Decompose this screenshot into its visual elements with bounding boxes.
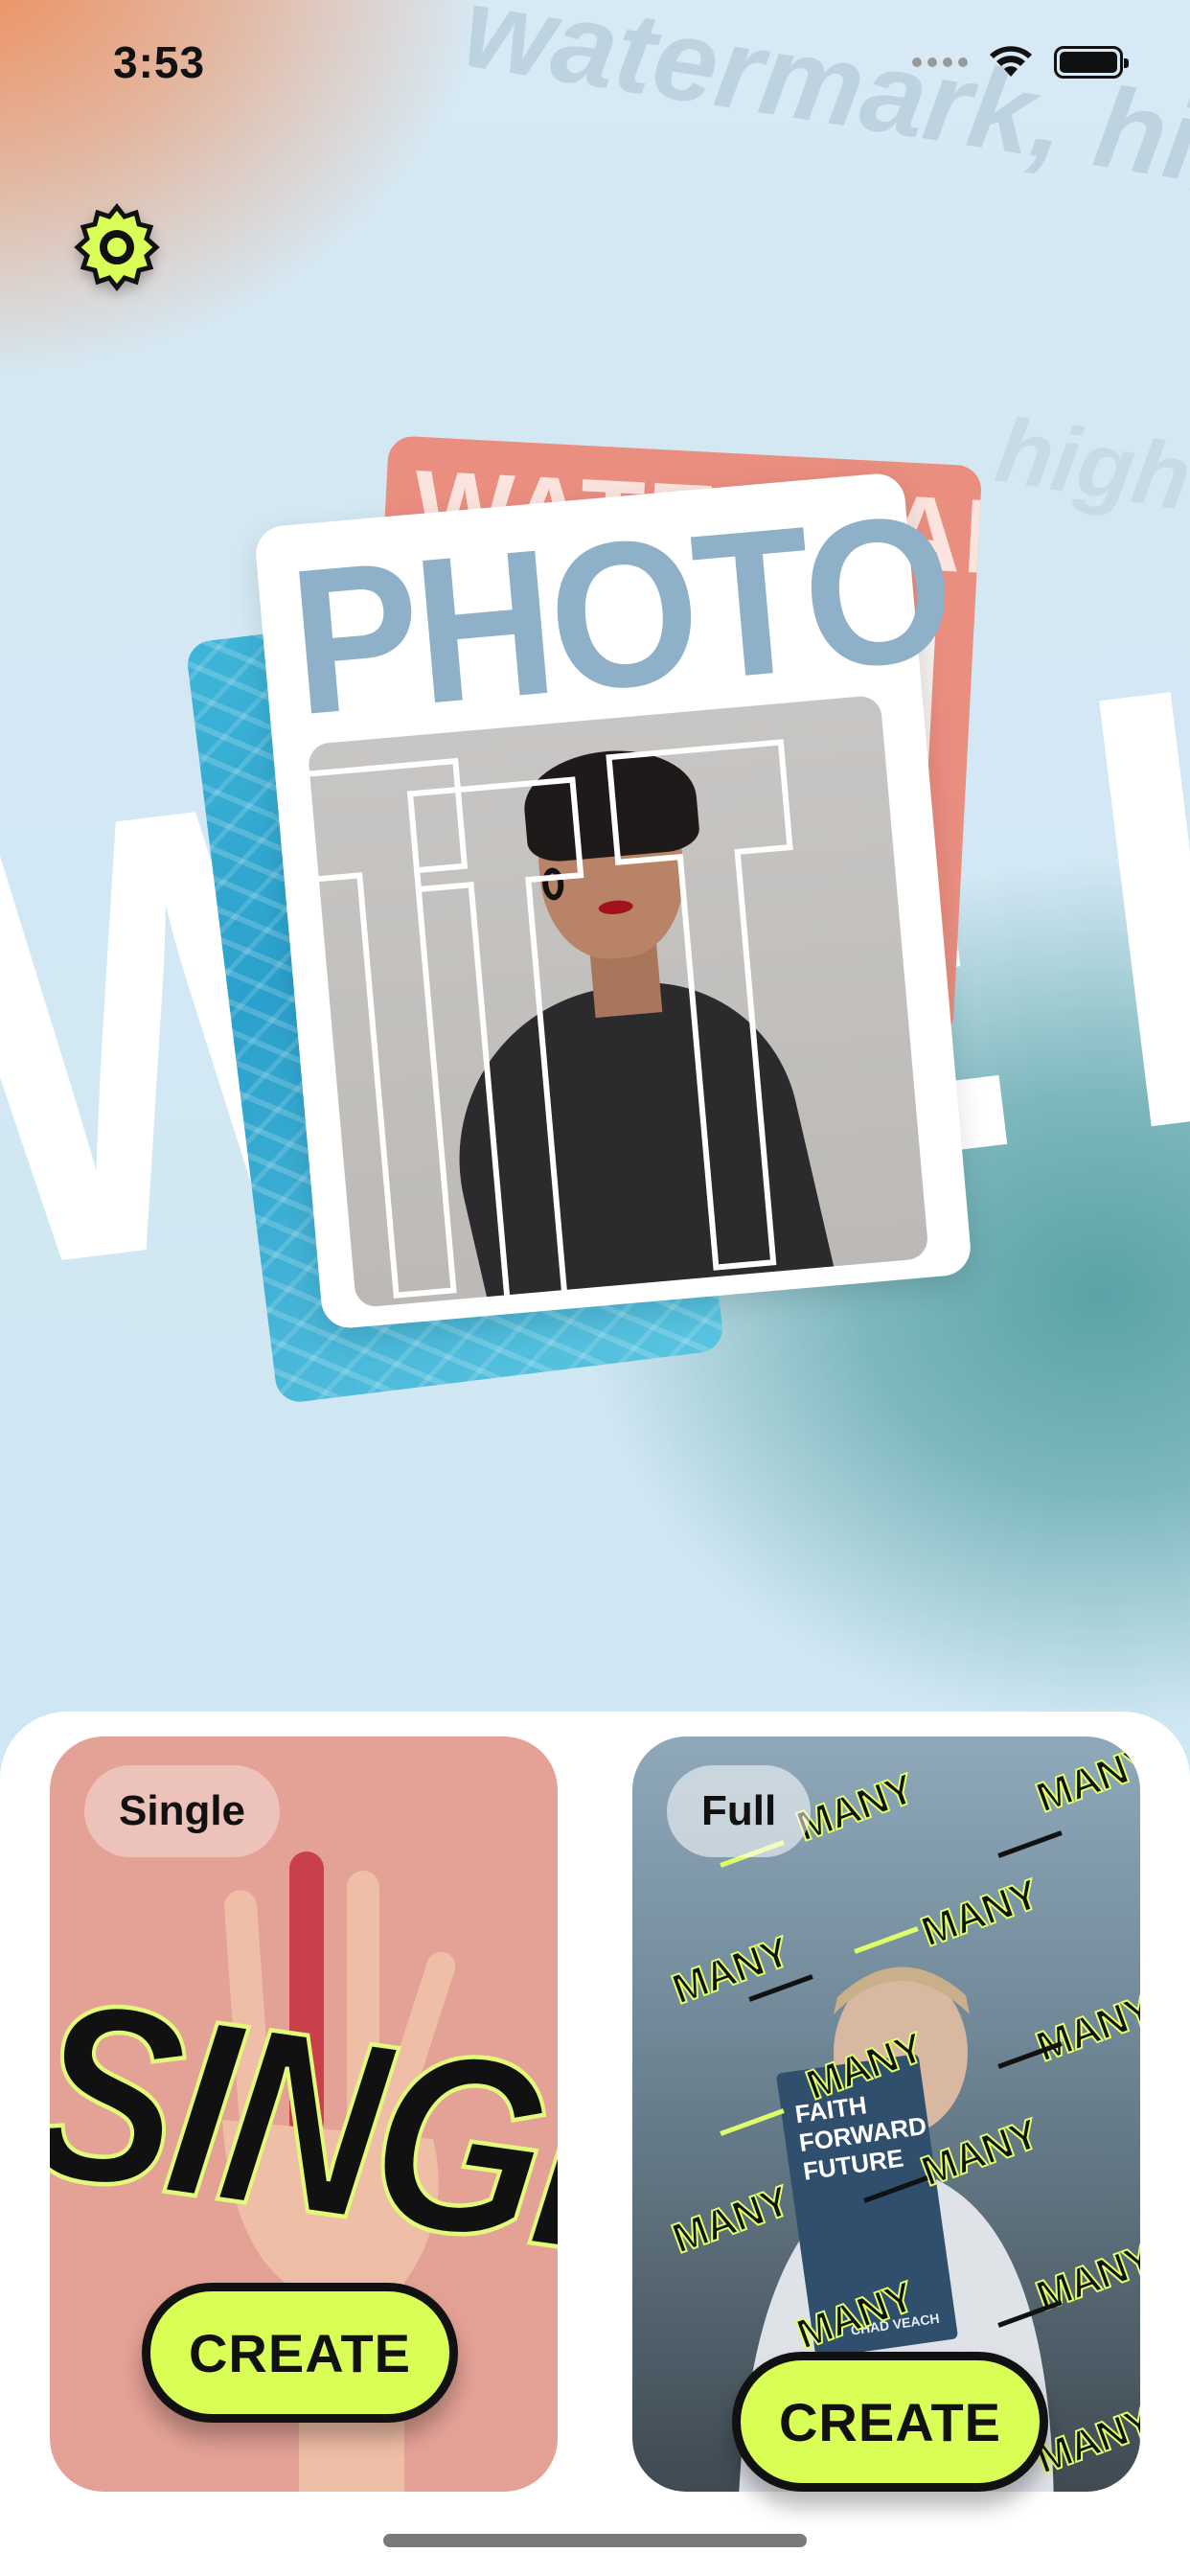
hero-background: watermark, high high WTE I WATERMARK PHO… bbox=[0, 0, 1190, 1744]
status-time: 3:53 bbox=[113, 37, 206, 87]
tile-label-full: Full bbox=[667, 1765, 812, 1857]
create-full-button[interactable]: CREATE bbox=[732, 2352, 1048, 2492]
outline-letters-overlay bbox=[299, 739, 793, 1308]
create-single-button[interactable]: CREATE bbox=[142, 2283, 458, 2423]
settings-button[interactable] bbox=[69, 199, 165, 295]
home-indicator[interactable] bbox=[383, 2534, 807, 2547]
battery-icon bbox=[1054, 46, 1129, 79]
status-icons bbox=[912, 46, 1129, 79]
many-pattern-text: MANY bbox=[1029, 1736, 1140, 1823]
status-bar: 3:53 bbox=[0, 0, 1190, 134]
cellular-signal-icon bbox=[912, 58, 968, 67]
gear-icon bbox=[74, 202, 160, 292]
pattern-dash bbox=[997, 1830, 1063, 1858]
wifi-icon bbox=[990, 46, 1032, 77]
single-watermark-tile[interactable]: Single SINGLE CREATE bbox=[50, 1736, 558, 2492]
tile-label-single: Single bbox=[84, 1765, 281, 1857]
